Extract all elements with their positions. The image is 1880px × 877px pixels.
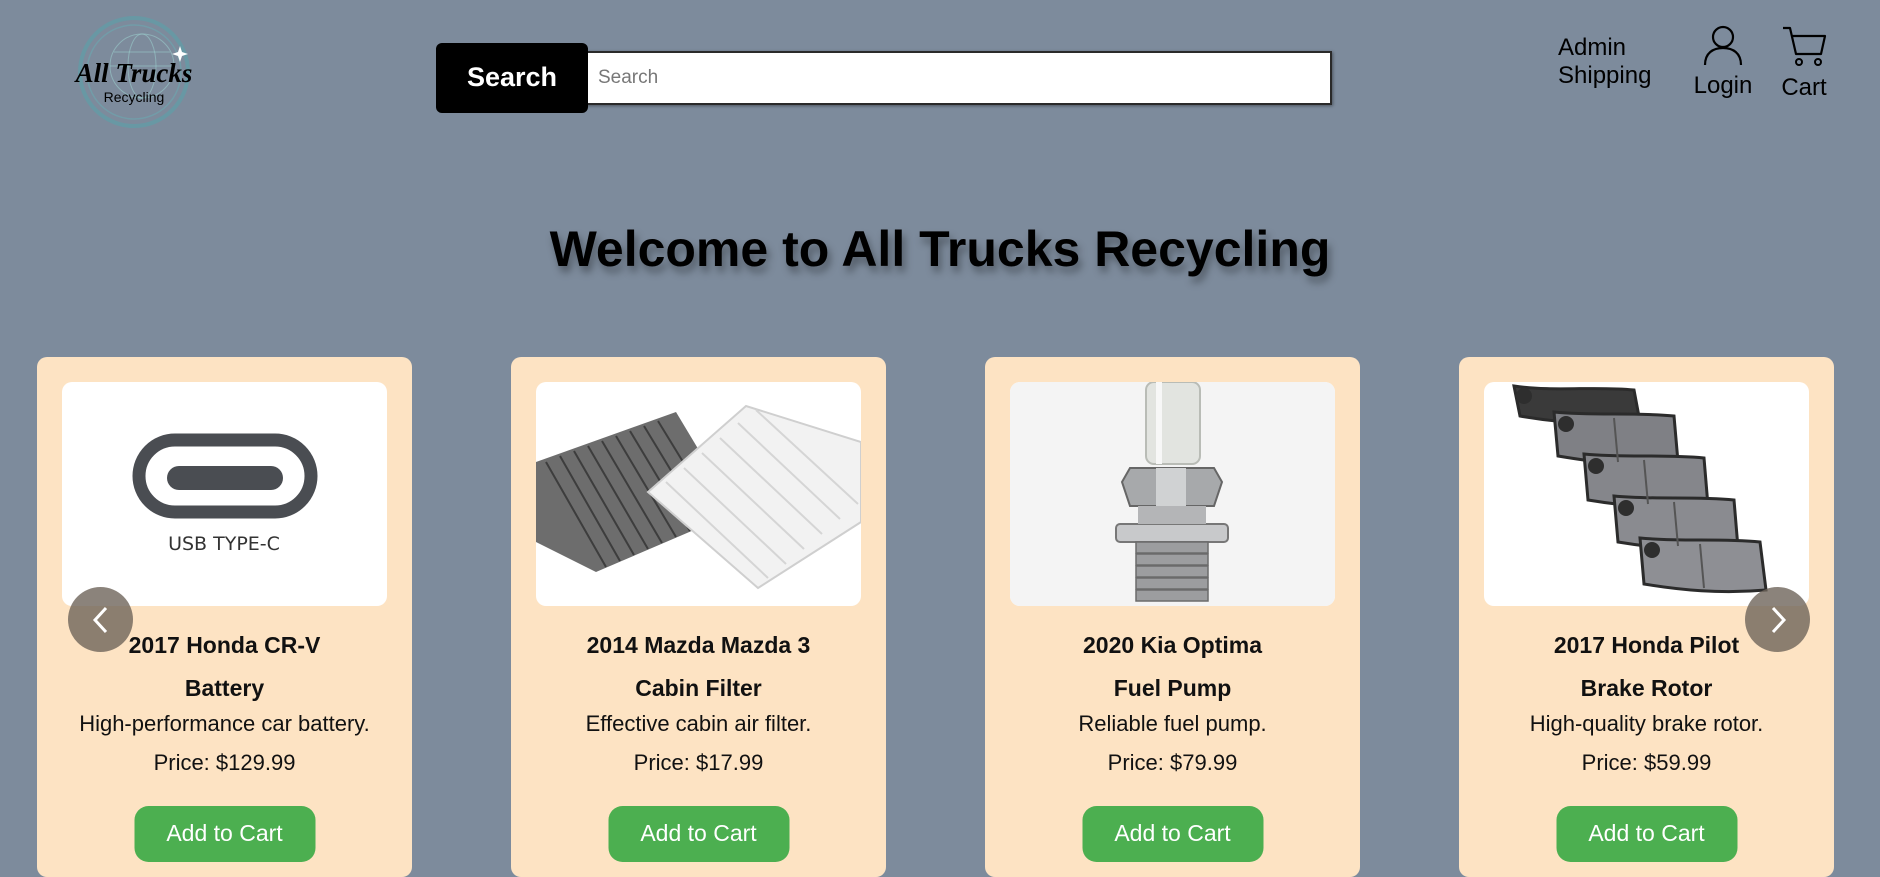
- add-to-cart-button[interactable]: Add to Cart: [134, 806, 315, 862]
- logo-sub: Recycling: [104, 89, 165, 105]
- logo[interactable]: All Trucks Recycling: [62, 16, 207, 128]
- product-card: 2014 Mazda Mazda 3 Cabin Filter Effectiv…: [511, 357, 886, 877]
- product-image[interactable]: [1010, 382, 1335, 606]
- product-description: High-performance car battery.: [79, 711, 370, 736]
- shipping-link[interactable]: Shipping: [1558, 62, 1651, 90]
- chevron-right-icon: [1771, 606, 1786, 633]
- product-price: Price: $129.99: [153, 750, 296, 775]
- search-bar: Search: [436, 42, 1332, 113]
- login-link[interactable]: Login: [1690, 24, 1756, 100]
- image-label: USB TYPE-C: [168, 533, 280, 555]
- product-description: High-quality brake rotor.: [1529, 711, 1764, 736]
- product-card: 2020 Kia Optima Fuel Pump Reliable fuel …: [985, 357, 1360, 877]
- product-name: 2014 Mazda Mazda 3 Cabin Filter: [586, 632, 811, 701]
- product-description: Reliable fuel pump.: [1078, 711, 1267, 736]
- cart-icon: [1783, 26, 1827, 66]
- logo-brand: All Trucks: [74, 58, 193, 88]
- add-to-cart-button[interactable]: Add to Cart: [1082, 806, 1263, 862]
- add-to-cart-button[interactable]: Add to Cart: [608, 806, 789, 862]
- admin-link[interactable]: Admin: [1558, 34, 1651, 62]
- cart-link[interactable]: Cart: [1778, 24, 1830, 102]
- carousel-prev-button[interactable]: [68, 587, 133, 652]
- product-image[interactable]: [1484, 382, 1809, 606]
- chevron-left-icon: [92, 606, 107, 633]
- product-price: Price: $17.99: [633, 750, 764, 775]
- admin-links: Admin Shipping: [1558, 34, 1651, 90]
- cart-label: Cart: [1781, 74, 1827, 101]
- carousel-next-button[interactable]: [1745, 587, 1810, 652]
- product-image[interactable]: [536, 382, 861, 606]
- login-label: Login: [1693, 72, 1753, 99]
- product-price: Price: $79.99: [1107, 750, 1238, 775]
- search-button[interactable]: Search: [436, 42, 588, 113]
- product-name: 2020 Kia Optima Fuel Pump: [1083, 632, 1262, 701]
- user-icon: [1703, 25, 1743, 66]
- search-input[interactable]: [584, 50, 1332, 105]
- add-to-cart-button[interactable]: Add to Cart: [1556, 806, 1737, 862]
- product-price: Price: $59.99: [1581, 750, 1712, 775]
- product-description: Effective cabin air filter.: [585, 711, 812, 736]
- page-title: Welcome to All Trucks Recycling: [549, 221, 1331, 277]
- product-image[interactable]: USB TYPE-C: [62, 382, 387, 606]
